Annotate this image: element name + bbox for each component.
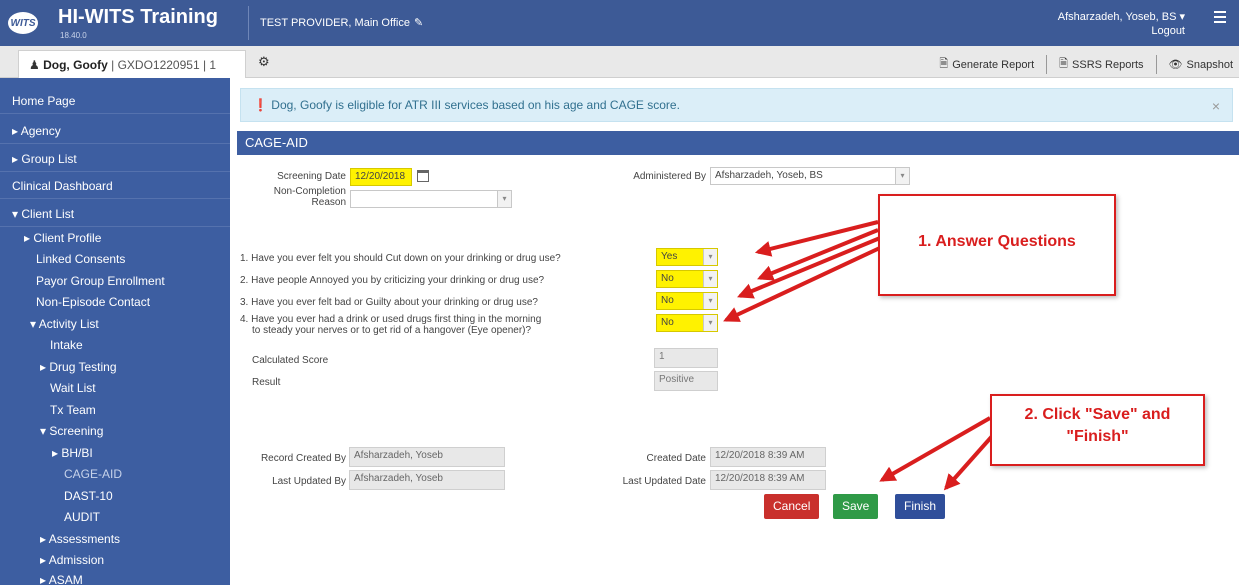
sidebar-item-audit[interactable]: AUDIT	[0, 507, 230, 528]
pencil-icon[interactable]: ✎	[414, 16, 423, 29]
question-2-answer-select[interactable]: No ▾	[656, 270, 718, 288]
last-updated-date-label: Last Updated Date	[622, 476, 706, 487]
result-label: Result	[252, 377, 281, 388]
chevron-down-icon: ▾	[703, 249, 717, 265]
calendar-icon[interactable]	[417, 170, 429, 182]
question-4: 4. Have you ever had a drink or used dru…	[240, 314, 542, 336]
sidebar-item-tx-team[interactable]: Tx Team	[0, 400, 230, 421]
sidebar-item-dast-10[interactable]: DAST-10	[0, 486, 230, 507]
client-name: Dog, Goofy	[43, 58, 108, 72]
arrow-to-save	[879, 416, 991, 482]
provider-selector[interactable]: TEST PROVIDER, Main Office ✎	[260, 16, 423, 30]
sidebar-item-client-list[interactable]: ▾ Client List	[0, 201, 230, 227]
save-button[interactable]: Save	[833, 494, 879, 519]
sidebar-item-bh-bi[interactable]: ▸ BH/BI	[0, 443, 230, 464]
question-4-answer-select[interactable]: No ▾	[656, 314, 718, 332]
wits-logo[interactable]: WITS	[8, 12, 38, 34]
administered-by-select[interactable]: Afsharzadeh, Yoseb, BS ▾	[710, 167, 910, 185]
section-title: CAGE-AID	[237, 131, 1239, 155]
arrow-to-finish	[943, 432, 996, 491]
app-version: 18.40.0	[60, 31, 87, 40]
sidebar-item-home[interactable]: Home Page	[0, 88, 230, 114]
generate-report-button[interactable]: 🗎 Generate Report	[927, 55, 1048, 74]
sidebar-item-screening[interactable]: ▾ Screening	[0, 421, 230, 442]
question-3: 3. Have you ever felt bad or Guilty abou…	[240, 297, 538, 308]
alert-text: Dog, Goofy is eligible for ATR III servi…	[271, 98, 680, 112]
result-field: Positive	[654, 371, 718, 391]
sidebar-item-clinical-dashboard[interactable]: Clinical Dashboard	[0, 173, 230, 199]
question-3-answer-select[interactable]: No ▾	[656, 292, 718, 310]
chevron-down-icon: ▾	[703, 315, 717, 331]
screening-date-input[interactable]: 12/20/2018	[350, 168, 412, 186]
sidebar-item-client-profile[interactable]: ▸ Client Profile	[0, 228, 230, 249]
user-menu[interactable]: Afsharzadeh, Yoseb, BS ▾	[1058, 10, 1185, 23]
administered-by-label: Administered By	[633, 171, 706, 182]
save-finish-callout: 2. Click "Save" and "Finish"	[990, 394, 1205, 466]
app-title[interactable]: HI-WITS Training	[58, 6, 218, 29]
sidebar-item-group-list[interactable]: ▸ Group List	[0, 146, 230, 172]
sidebar-item-linked-consents[interactable]: Linked Consents	[0, 249, 230, 270]
top-bar: WITS HI-WITS Training 18.40.0 TEST PROVI…	[0, 0, 1239, 46]
question-1-answer-select[interactable]: Yes ▾	[656, 248, 718, 266]
client-bar: ♟ Dog, Goofy | GXDO1220951 | 1 ⚙ 🗎 Genera…	[0, 46, 1239, 78]
snapshot-button[interactable]: 👁 Snapshot	[1157, 55, 1233, 74]
created-date-label: Created Date	[646, 453, 706, 464]
arrow-to-q4	[723, 244, 885, 322]
non-completion-label: Non-Completion Reason	[273, 186, 346, 208]
sidebar-item-wait-list[interactable]: Wait List	[0, 378, 230, 399]
sidebar-item-agency[interactable]: ▸ Agency	[0, 118, 230, 144]
arrow-to-q2	[757, 228, 879, 281]
document-icon: 🗎	[939, 58, 949, 70]
calculated-score-label: Calculated Score	[252, 355, 329, 366]
sidebar: Home Page ▸ Agency ▸ Group List Clinical…	[0, 78, 230, 585]
hamburger-menu-icon[interactable]	[1207, 4, 1233, 30]
record-created-by-field: Afsharzadeh, Yoseb	[349, 447, 505, 467]
close-icon[interactable]: ×	[1212, 98, 1220, 114]
info-icon: ❗	[253, 98, 268, 112]
answer-questions-callout: 1. Answer Questions	[878, 194, 1116, 296]
chevron-down-icon: ▾	[703, 271, 717, 287]
client-tab[interactable]: ♟ Dog, Goofy | GXDO1220951 | 1	[18, 50, 246, 78]
gear-icon[interactable]: ⚙	[258, 54, 270, 70]
sidebar-item-intake[interactable]: Intake	[0, 335, 230, 356]
ssrs-reports-button[interactable]: 🗎 SSRS Reports	[1047, 55, 1157, 74]
provider-name: TEST PROVIDER, Main Office	[260, 16, 410, 29]
chevron-down-icon: ▾	[497, 191, 511, 207]
last-updated-by-field: Afsharzadeh, Yoseb	[349, 470, 505, 490]
client-id: | GXDO1220951 | 1	[107, 58, 217, 72]
divider	[248, 6, 249, 40]
arrow-to-q3	[737, 236, 881, 299]
cancel-button[interactable]: Cancel	[764, 494, 820, 519]
sidebar-item-activity-list[interactable]: ▾ Activity List	[0, 314, 230, 335]
sidebar-item-admission[interactable]: ▸ Admission	[0, 550, 230, 571]
record-created-by-label: Record Created By	[260, 453, 346, 464]
chevron-down-icon: ▾	[703, 293, 717, 309]
person-icon: ♟	[29, 58, 40, 72]
screening-date-label: Screening Date	[277, 171, 346, 182]
created-date-field: 12/20/2018 8:39 AM	[710, 447, 826, 467]
question-2: 2. Have people Annoyed you by criticizin…	[240, 275, 545, 286]
last-updated-by-label: Last Updated By	[272, 476, 346, 487]
sidebar-item-payor-group-enrollment[interactable]: Payor Group Enrollment	[0, 271, 230, 292]
finish-button[interactable]: Finish	[895, 494, 946, 519]
document-icon: 🗎	[1059, 58, 1069, 70]
report-actions: 🗎 Generate Report 🗎 SSRS Reports 👁 Snapshot	[927, 55, 1233, 74]
sidebar-item-asam[interactable]: ▸ ASAM	[0, 570, 230, 585]
question-1: 1. Have you ever felt you should Cut dow…	[240, 253, 561, 264]
arrow-to-q1	[754, 220, 879, 257]
sidebar-item-drug-testing[interactable]: ▸ Drug Testing	[0, 357, 230, 378]
sidebar-item-non-episode-contact[interactable]: Non-Episode Contact	[0, 292, 230, 313]
chevron-down-icon: ▾	[895, 168, 909, 184]
sidebar-item-assessments[interactable]: ▸ Assessments	[0, 529, 230, 550]
non-completion-reason-select[interactable]: ▾	[350, 190, 512, 208]
calculated-score-field: 1	[654, 348, 718, 368]
eligibility-alert: ❗ Dog, Goofy is eligible for ATR III ser…	[240, 88, 1233, 122]
last-updated-date-field: 12/20/2018 8:39 AM	[710, 470, 826, 490]
sidebar-item-cage-aid[interactable]: CAGE-AID	[0, 464, 230, 485]
eye-icon: 👁	[1168, 59, 1183, 71]
logout-link[interactable]: Logout	[1151, 25, 1185, 37]
